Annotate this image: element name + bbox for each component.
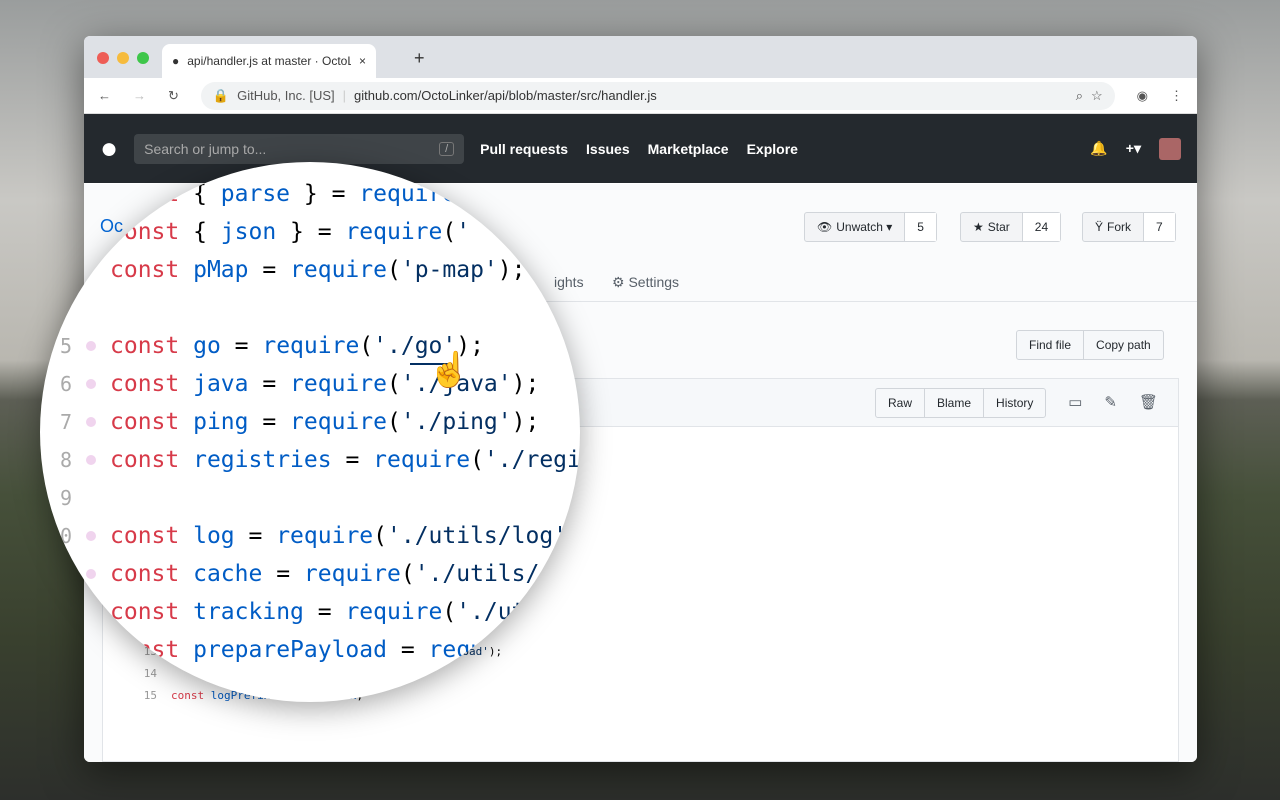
code-text: const log = require('./utils/log'); [110, 523, 580, 549]
nav-explore[interactable]: Explore [747, 141, 798, 157]
fork-button[interactable]: Ÿ Fork [1083, 213, 1145, 241]
url-text: github.com/OctoLinker/api/blob/master/sr… [354, 88, 657, 103]
close-tab-icon[interactable]: × [359, 54, 366, 68]
avatar[interactable] [1159, 137, 1181, 160]
desktop-icon[interactable]: ▭ [1068, 393, 1082, 411]
search-shortcut: / [439, 141, 455, 156]
watch-count[interactable]: 5 [905, 213, 936, 241]
line-marker [86, 379, 96, 389]
code-text: const cache = require('./utils/cache'); [110, 561, 580, 587]
browser-tab[interactable]: ● api/handler.js at master · OctoLinker … [162, 44, 376, 78]
raw-button[interactable]: Raw [876, 389, 926, 417]
line-number: 8 [59, 448, 72, 472]
code-text: const registries = require('./registries… [110, 447, 580, 473]
bookmark-star-icon[interactable]: ☆ [1091, 88, 1103, 104]
maximize-window-button[interactable] [137, 52, 149, 64]
new-tab-button[interactable]: + [414, 48, 425, 69]
tab-insights[interactable]: ights [554, 274, 584, 290]
code-text: const preparePayload = require('./utils/… [110, 637, 580, 663]
magnified-code-line: 8 const registries = require('./registrie… [40, 441, 580, 479]
fork-button-group[interactable]: Ÿ Fork 7 [1082, 212, 1176, 242]
tab-settings[interactable]: ⚙ Settings [612, 274, 679, 291]
search-input[interactable]: Search or jump to... / [134, 133, 465, 164]
fork-count[interactable]: 7 [1144, 213, 1175, 241]
profile-icon[interactable]: ◉ [1137, 88, 1148, 104]
site-identity: GitHub, Inc. [US] [237, 88, 335, 103]
line-number: 5 [59, 334, 72, 358]
line-marker [86, 417, 96, 427]
code-text: const { parse } = require(' [110, 181, 484, 207]
trash-icon[interactable]: 🗑 [1139, 393, 1158, 411]
magnified-code-line: 11 const cache = require('./utils/cache')… [40, 555, 580, 593]
nav-issues[interactable]: Issues [586, 141, 630, 157]
view-buttons: Raw Blame History [875, 388, 1047, 418]
line-marker [86, 607, 96, 617]
line-number: 7 [59, 410, 72, 434]
code-text: const ping = require('./ping'); [110, 409, 540, 435]
line-number: 9 [59, 486, 72, 510]
nav-marketplace[interactable]: Marketplace [648, 141, 729, 157]
line-number: 11 [47, 562, 72, 586]
github-favicon-icon: ● [172, 54, 180, 68]
line-marker [86, 455, 96, 465]
star-count[interactable]: 24 [1022, 213, 1061, 241]
line-number: 13 [47, 638, 72, 662]
magnified-code-line: 9 [40, 479, 110, 517]
magnified-code-line: 12 const tracking = require('./utils/trac… [40, 593, 580, 631]
watch-button[interactable]: 👁 Unwatch ▾ [805, 213, 906, 241]
magnified-code-line: 13 const preparePayload = require('./util… [40, 631, 580, 669]
create-new-button[interactable]: +▾ [1126, 140, 1141, 157]
magnified-code-line: const { json } = require(' [40, 213, 470, 251]
forward-icon[interactable]: → [133, 88, 146, 103]
close-window-button[interactable] [97, 52, 109, 64]
settings-label: Settings [628, 274, 680, 290]
address-bar-row: ← → ↻ 🔒 GitHub, Inc. [US] | github.com/O… [84, 78, 1197, 114]
magnified-code-line: 10 const log = require('./utils/log'); [40, 517, 580, 555]
bell-icon[interactable]: 🔔 [1090, 140, 1107, 157]
code-text: const { json } = require(' [110, 219, 471, 245]
menu-icon[interactable]: ⋮ [1170, 88, 1183, 104]
nav-pull-requests[interactable]: Pull requests [480, 141, 568, 157]
blame-button[interactable]: Blame [925, 389, 985, 417]
lock-icon: 🔒 [212, 87, 230, 103]
watch-button-group[interactable]: 👁 Unwatch ▾ 5 [804, 212, 937, 242]
star-button-group[interactable]: ★ Star 24 [960, 212, 1062, 242]
line-marker [86, 645, 96, 655]
line-number: 10 [47, 524, 72, 548]
line-number: 6 [59, 372, 72, 396]
code-text: const tracking = require('./utils/tracki… [110, 599, 580, 625]
tab-bar: ● api/handler.js at master · OctoLinker … [84, 36, 1197, 78]
line-number: 15 [143, 689, 157, 702]
line-marker [86, 341, 96, 351]
reload-icon[interactable]: ↻ [168, 88, 179, 104]
magnified-code-line: 7 const ping = require('./ping'); [40, 403, 539, 441]
hand-pointer-icon: ☝ [428, 351, 471, 389]
magnified-code-line: const { parse } = require(' [40, 175, 484, 213]
url-field[interactable]: 🔒 GitHub, Inc. [US] | github.com/OctoLin… [200, 81, 1115, 110]
back-icon[interactable]: ← [98, 88, 111, 103]
magnified-code-line [40, 289, 110, 327]
find-file-button[interactable]: Find file [1017, 331, 1085, 359]
line-number: 12 [47, 600, 72, 624]
tab-title: api/handler.js at master · OctoLinker [187, 54, 351, 68]
zoom-icon[interactable]: ⌕ [1076, 88, 1083, 104]
file-actions: Find file Copy path [1016, 330, 1164, 360]
minimize-window-button[interactable] [117, 52, 129, 64]
history-button[interactable]: History [984, 389, 1045, 417]
github-logo-icon[interactable]: ● [100, 132, 118, 166]
code-text: const pMap = require('p-map'); [110, 257, 526, 283]
line-marker [86, 569, 96, 579]
search-placeholder: Search or jump to... [144, 140, 267, 157]
star-button[interactable]: ★ Star [961, 213, 1023, 241]
magnified-code-line: 5 const go = require('./go'); [40, 327, 484, 365]
line-marker [86, 531, 96, 541]
magnifier-lens: const { parse } = require(' const { json … [40, 162, 580, 702]
copy-path-button[interactable]: Copy path [1084, 331, 1163, 359]
magnified-code-line: const pMap = require('p-map'); [40, 251, 525, 289]
code-text: const java = require('./java'); [110, 371, 540, 397]
pencil-icon[interactable]: ✎ [1104, 393, 1117, 411]
